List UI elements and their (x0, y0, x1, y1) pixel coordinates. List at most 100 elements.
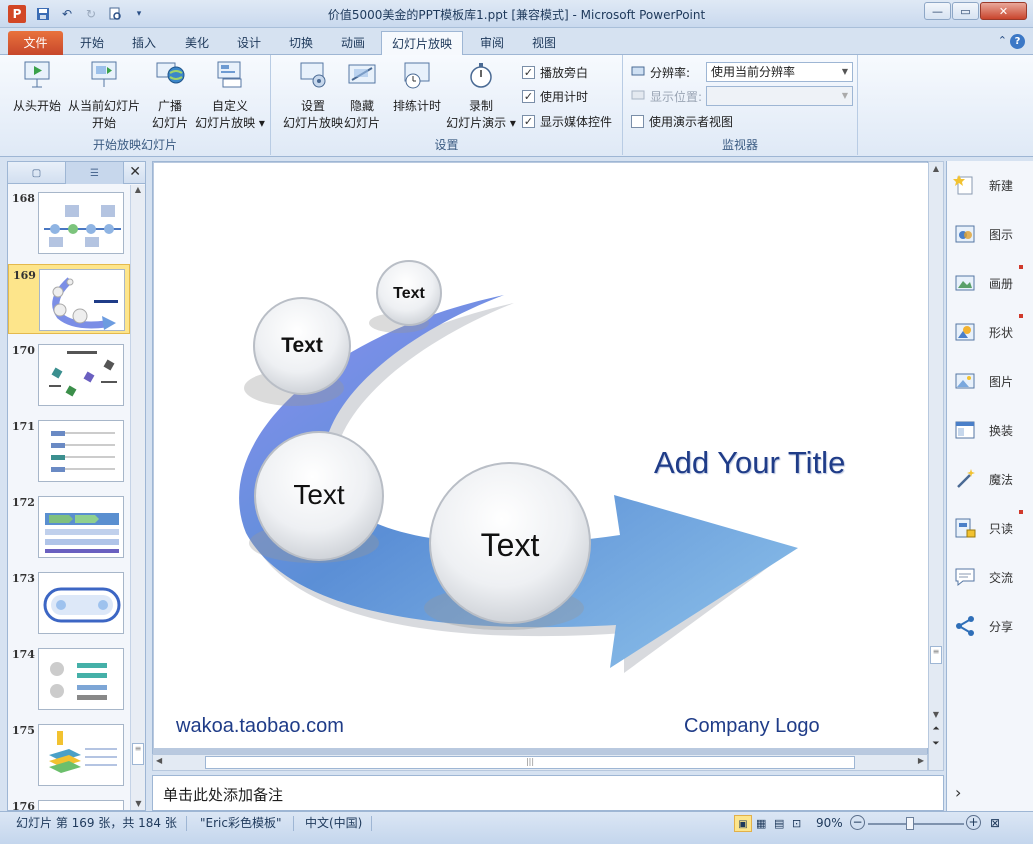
tab-home[interactable]: 开始 (70, 31, 114, 55)
tab-slide-show[interactable]: 幻灯片放映 (381, 31, 464, 56)
zoom-slider[interactable] (868, 823, 964, 825)
slide-thumbnail-image[interactable] (38, 572, 124, 634)
reading-view-icon[interactable]: ▤ (774, 815, 784, 832)
thumbnail-slide-176[interactable]: 176 (8, 796, 130, 810)
previous-slide-icon[interactable]: ⏶ (929, 724, 943, 734)
show-on-dropdown[interactable]: ▼ (706, 86, 853, 106)
checkbox-checked-icon: ✓ (522, 89, 535, 103)
help-icon[interactable]: ? (1010, 34, 1025, 49)
theme-status[interactable]: "Eric彩色模板" (200, 815, 282, 832)
slide-thumbnail-image[interactable] (38, 192, 124, 254)
zoom-in-icon[interactable]: + (966, 815, 981, 830)
tab-animations[interactable]: 动画 (331, 31, 375, 55)
zoom-level[interactable]: 90% (816, 815, 843, 832)
scroll-down-icon[interactable]: ▼ (929, 710, 943, 719)
bubble-medium-text[interactable]: Text (254, 334, 350, 358)
tab-design[interactable]: 设计 (227, 31, 271, 55)
thumbnail-slide-168[interactable]: 168 (8, 188, 130, 258)
right-item-picture[interactable]: 图片 (953, 361, 1033, 401)
tab-review[interactable]: 审阅 (470, 31, 514, 55)
scroll-left-icon[interactable]: ◀ (156, 756, 162, 765)
right-item-chat[interactable]: 交流 (953, 557, 1033, 597)
outline-tab-icon[interactable]: ☰ (66, 162, 124, 184)
play-narrations-checkbox[interactable]: ✓ 播放旁白 (522, 63, 588, 81)
slide-thumbnail-image[interactable] (38, 344, 124, 406)
thumbnail-slide-174[interactable]: 174 (8, 644, 130, 714)
show-media-controls-checkbox[interactable]: ✓ 显示媒体控件 (522, 112, 612, 130)
tab-view[interactable]: 视图 (522, 31, 566, 55)
right-item-album[interactable]: 画册 (953, 263, 1033, 303)
right-item-diagram[interactable]: 图示 (953, 214, 1033, 254)
thumbnail-slide-172[interactable]: 172 (8, 492, 130, 562)
thumbnail-slide-171[interactable]: 171 (8, 416, 130, 486)
minimize-button[interactable]: — (924, 2, 951, 20)
setup-slideshow-button[interactable]: 设置 幻灯片放映 (277, 59, 349, 132)
thumbnail-slide-169[interactable]: 169 (8, 264, 130, 334)
right-item-magic[interactable]: 魔法 (953, 459, 1033, 499)
fit-to-window-icon[interactable]: ⊠ (990, 815, 1000, 832)
close-pane-icon[interactable]: ✕ (129, 164, 141, 180)
custom-slideshow-button[interactable]: 自定义 幻灯片放映 ▾ (194, 59, 266, 132)
broadcast-slideshow-button[interactable]: 广播 幻灯片 (147, 59, 193, 132)
slide-count-status[interactable]: 幻灯片 第 169 张，共 184 张 (16, 815, 177, 832)
slide-thumbnail-image[interactable] (39, 269, 125, 331)
maximize-button[interactable]: ▭ (952, 2, 979, 20)
slide-title[interactable]: Add Your Title (654, 445, 894, 481)
slide-thumbnail-image[interactable] (38, 648, 124, 710)
scroll-up-icon[interactable]: ▲ (929, 164, 943, 173)
scroll-thumb[interactable]: ||| (205, 756, 855, 769)
scroll-thumb[interactable]: ≡ (930, 646, 942, 664)
right-item-readonly[interactable]: 只读 (953, 508, 1033, 548)
bubble-large-right-text[interactable]: Text (430, 527, 590, 564)
resolution-dropdown[interactable]: 使用当前分辨率 ▼ (706, 62, 853, 82)
language-status[interactable]: 中文(中国) (305, 815, 362, 832)
tab-insert[interactable]: 插入 (122, 31, 166, 55)
thumbnail-slide-170[interactable]: 170 (8, 340, 130, 410)
slide-thumbnail-image[interactable] (38, 420, 124, 482)
slide-thumbnail-image[interactable] (38, 496, 124, 558)
scroll-thumb[interactable]: ≡ (132, 743, 144, 765)
scroll-down-icon[interactable]: ▼ (131, 799, 146, 808)
zoom-out-icon[interactable]: − (850, 815, 865, 830)
slide-vertical-scrollbar[interactable]: ▲ ≡ ▼ ⏶ ⏷ (928, 161, 944, 771)
right-item-share[interactable]: 分享 (953, 606, 1033, 646)
bubble-small-text[interactable]: Text (377, 285, 441, 303)
normal-view-icon[interactable]: ▣ (734, 815, 752, 832)
rehearse-timings-button[interactable]: 排练计时 (391, 59, 443, 115)
slide-thumbnail-image[interactable] (38, 800, 124, 810)
from-current-slide-button[interactable]: 从当前幻灯片 开始 (66, 59, 142, 132)
scroll-right-icon[interactable]: ▶ (918, 756, 924, 765)
minimize-ribbon-icon[interactable]: ⌃ (998, 34, 1007, 47)
tab-transitions[interactable]: 切换 (279, 31, 323, 55)
right-item-shape[interactable]: 形状 (953, 312, 1033, 352)
right-item-layout[interactable]: 换装 (953, 410, 1033, 450)
slideshow-view-icon[interactable]: ⊡ (792, 815, 801, 832)
right-item-new[interactable]: 新建 (953, 165, 1033, 205)
notes-pane[interactable]: 单击此处添加备注 (152, 775, 944, 811)
slide-sorter-view-icon[interactable]: ▦ (756, 815, 766, 832)
hide-slide-button[interactable]: 隐藏 幻灯片 (341, 59, 383, 132)
scroll-up-icon[interactable]: ▲ (131, 185, 145, 194)
presenter-view-checkbox[interactable]: 使用演示者视图 (631, 112, 733, 130)
use-timings-checkbox[interactable]: ✓ 使用计时 (522, 87, 588, 105)
company-logo-text[interactable]: Company Logo (684, 715, 820, 738)
diagram-icon (955, 225, 975, 243)
notes-placeholder[interactable]: 单击此处添加备注 (163, 786, 283, 804)
close-button[interactable]: ✕ (980, 2, 1027, 20)
thumbnail-slide-173[interactable]: 173 (8, 568, 130, 638)
next-slide-icon[interactable]: ⏷ (929, 739, 943, 749)
slide-canvas[interactable]: Text Text Text Text Add Your Title wakoa… (154, 163, 930, 748)
thumbnail-scrollbar[interactable]: ▲ ≡ ▼ (130, 185, 145, 810)
thumbnail-slide-175[interactable]: 175 (8, 720, 130, 790)
expand-panel-icon[interactable]: › (955, 783, 961, 802)
zoom-slider-thumb[interactable] (906, 817, 914, 830)
tab-beautify[interactable]: 美化 (175, 31, 219, 55)
record-slideshow-button[interactable]: 录制 幻灯片演示 ▾ (445, 59, 517, 132)
bubble-large-left-text[interactable]: Text (255, 479, 383, 511)
tab-file[interactable]: 文件 (8, 31, 63, 55)
website-text[interactable]: wakoa.taobao.com (176, 715, 344, 738)
slide-thumbnail-image[interactable] (38, 724, 124, 786)
from-beginning-button[interactable]: 从头开始 (8, 59, 66, 115)
slide-horizontal-scrollbar[interactable]: ◀ ||| ▶ (152, 754, 928, 771)
slides-tab-icon[interactable]: ▢ (8, 162, 66, 184)
